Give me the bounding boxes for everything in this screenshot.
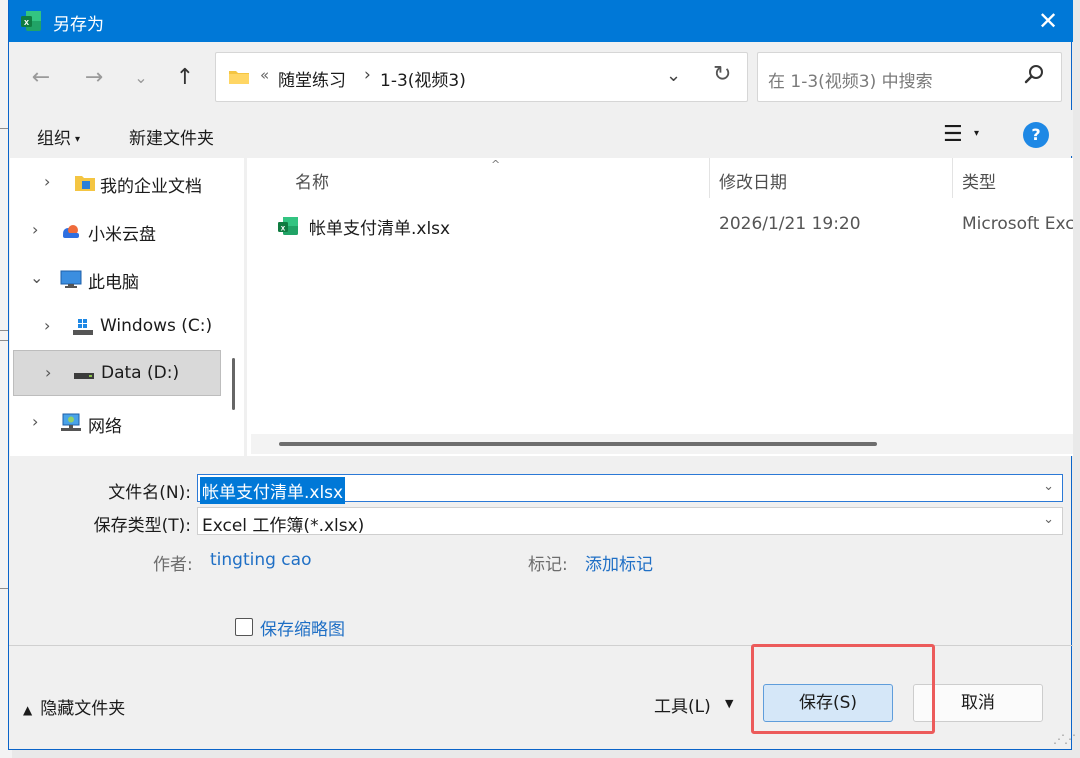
network-icon (61, 413, 81, 431)
address-bar[interactable]: « 随堂练习 › 1-3(视频3) ⌄ ↻ (215, 52, 748, 102)
nav-item-label: 此电脑 (88, 273, 139, 293)
nav-item-label: Data (D:) (101, 363, 180, 383)
svg-text:x: x (281, 224, 286, 233)
file-list: ^ 名称 修改日期 类型 x 帐单支付清单.xlsx 2026/1/21 19:… (247, 158, 1073, 456)
author-value[interactable]: tingting cao (210, 550, 311, 570)
nav-item-label: Windows (C:) (100, 316, 213, 336)
close-button[interactable]: ✕ (1023, 0, 1073, 42)
chevron-right-icon[interactable]: › (32, 220, 38, 239)
nav-item-this-pc[interactable]: ⌄ 此电脑 (10, 256, 218, 302)
column-header-name[interactable]: 名称 (295, 168, 329, 193)
chevron-down-icon[interactable]: ⌄ (1043, 479, 1054, 494)
breadcrumb-overflow[interactable]: « (260, 66, 269, 84)
nav-item-label: 网络 (88, 417, 122, 437)
arrow-left-icon: ← (31, 65, 51, 90)
dialog-title: 另存为 (53, 15, 104, 35)
chevron-right-icon[interactable]: › (44, 316, 50, 335)
save-thumbnail-label[interactable]: 保存缩略图 (260, 615, 345, 640)
nav-item-network[interactable]: › 网络 (10, 400, 218, 446)
caret-down-icon[interactable]: ▾ (974, 128, 979, 139)
arrow-up-icon: ↑ (175, 65, 195, 90)
filetype-value: Excel 工作簿(*.xlsx) (202, 516, 365, 536)
tags-label: 标记: (528, 555, 568, 575)
nav-item-label: 小米云盘 (88, 225, 156, 245)
hide-folders-label: 隐藏文件夹 (40, 699, 126, 719)
nav-item-enterprise-docs[interactable]: › 我的企业文档 (10, 160, 218, 206)
breadcrumb-separator[interactable]: › (364, 65, 371, 85)
search-icon[interactable] (1022, 63, 1046, 87)
folder-icon (229, 71, 249, 84)
file-name: 帐单支付清单.xlsx (309, 219, 451, 239)
nav-item-drive-d[interactable]: › Data (D:) (13, 350, 221, 396)
folder-icon (75, 176, 95, 191)
computer-icon (60, 270, 82, 288)
save-as-dialog: x 另存为 ✕ ← → ⌄ ↑ « 随堂练习 › 1-3(视频3) ⌄ ↻ 在 … (8, 0, 1076, 750)
search-box[interactable]: 在 1-3(视频3) 中搜索 (757, 52, 1062, 102)
up-button[interactable]: ↑ (171, 64, 199, 92)
filename-label: 文件名(N): (108, 483, 191, 503)
author-label: 作者: (153, 555, 193, 575)
excel-file-icon: x (278, 217, 298, 235)
forward-button[interactable]: → (80, 64, 108, 92)
cloud-icon (63, 225, 79, 238)
navigation-pane: › 我的企业文档 › 小米云盘 ⌄ 此电脑 › Windows (C:) › D… (10, 158, 244, 456)
chevron-right-icon[interactable]: › (44, 172, 50, 191)
filename-value[interactable]: 帐单支付清单.xlsx (200, 477, 346, 504)
tags-value[interactable]: 添加标记 (585, 550, 653, 575)
filename-input[interactable]: 帐单支付清单.xlsx ⌄ (197, 474, 1063, 504)
column-divider[interactable] (709, 158, 710, 198)
resize-grip-icon[interactable]: ⋰⋰ (1053, 732, 1076, 746)
chevron-up-icon: ▲ (23, 703, 33, 717)
file-row[interactable]: x 帐单支付清单.xlsx 2026/1/21 19:20 Microsoft … (255, 206, 1073, 246)
chevron-down-icon: ⌄ (134, 68, 148, 87)
horizontal-scrollbar-thumb[interactable] (279, 442, 877, 446)
chevron-down-icon[interactable]: ⌄ (1043, 512, 1054, 527)
nav-item-label: 我的企业文档 (100, 177, 202, 197)
filetype-select[interactable]: Excel 工作簿(*.xlsx) ⌄ (197, 507, 1063, 536)
filetype-label: 保存类型(T): (93, 516, 191, 536)
caret-down-icon[interactable]: ▼ (725, 697, 733, 710)
organize-label: 组织 (37, 129, 71, 149)
caret-down-icon: ▾ (75, 133, 81, 145)
windows-drive-icon (73, 319, 93, 335)
drive-icon (74, 373, 94, 379)
command-bar: 组织 ▾ 新建文件夹 ☰ ▾ ? (9, 110, 1073, 156)
svg-text:x: x (24, 17, 29, 27)
view-options-icon[interactable]: ☰ (943, 122, 963, 147)
arrow-right-icon: → (84, 65, 104, 90)
chevron-right-icon[interactable]: › (45, 363, 51, 382)
hide-folders-button[interactable]: ▲ 隐藏文件夹 (23, 694, 125, 719)
tools-button[interactable]: 工具(L) (654, 692, 711, 717)
help-icon[interactable]: ? (1023, 122, 1049, 148)
nav-item-drive-c[interactable]: › Windows (C:) (10, 304, 218, 350)
file-type: Microsoft Exc (962, 214, 1073, 234)
search-placeholder: 在 1-3(视频3) 中搜索 (768, 72, 933, 92)
column-header-modified[interactable]: 修改日期 (719, 168, 787, 193)
organize-button[interactable]: 组织 ▾ (37, 124, 80, 149)
excel-app-icon: x (21, 11, 41, 31)
nav-item-xiaomi-cloud[interactable]: › 小米云盘 (10, 208, 218, 254)
column-header-type[interactable]: 类型 (962, 168, 996, 193)
chevron-right-icon[interactable]: › (32, 412, 38, 431)
breadcrumb-item[interactable]: 1-3(视频3) (380, 66, 466, 91)
back-button[interactable]: ← (27, 64, 55, 92)
chevron-down-icon[interactable]: ⌄ (30, 268, 43, 287)
recent-locations-button[interactable]: ⌄ (127, 64, 155, 92)
nav-pane-scrollbar[interactable] (232, 358, 235, 410)
title-bar: x 另存为 ✕ (9, 0, 1073, 42)
save-thumbnail-checkbox[interactable] (235, 618, 253, 636)
sort-up-icon: ^ (491, 158, 501, 171)
breadcrumb-item[interactable]: 随堂练习 (278, 66, 346, 91)
file-modified: 2026/1/21 19:20 (719, 214, 861, 234)
refresh-icon[interactable]: ↻ (713, 62, 731, 87)
highlight-box (751, 644, 935, 734)
address-history-chevron-icon[interactable]: ⌄ (666, 65, 681, 86)
column-divider[interactable] (952, 158, 953, 198)
new-folder-button[interactable]: 新建文件夹 (129, 124, 214, 149)
close-icon: ✕ (1037, 7, 1059, 35)
